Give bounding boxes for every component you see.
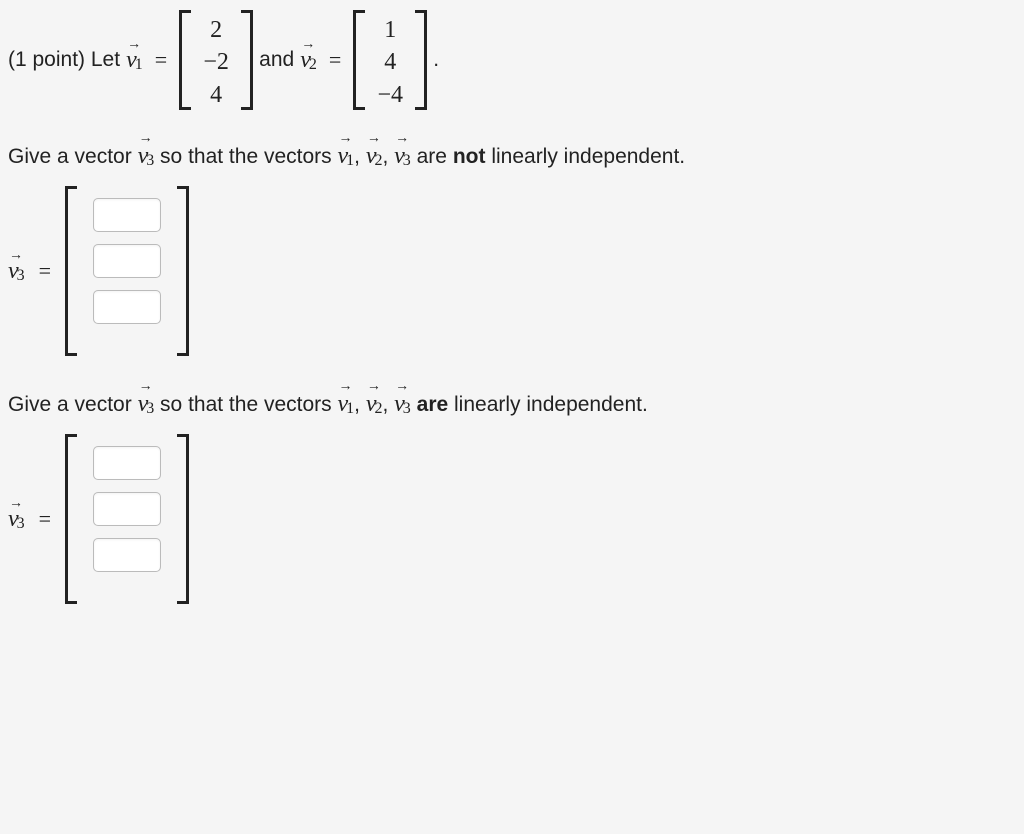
answer-1-row: → v3 = — [8, 186, 1016, 356]
arrow-icon: → — [139, 376, 153, 397]
emphasis-are: are — [417, 393, 449, 416]
right-bracket-icon — [241, 10, 253, 110]
arrow-icon: → — [9, 496, 23, 512]
question-2-prompt: Give a vector →v3 so that the vectors →v… — [8, 386, 1016, 422]
answer-1-entry-2[interactable] — [93, 244, 161, 278]
emphasis-not: not — [453, 145, 486, 168]
and-text: and — [259, 48, 294, 72]
answer-2-row: → v3 = — [8, 434, 1016, 604]
arrow-icon: → — [367, 376, 381, 397]
answer-1-matrix — [65, 186, 189, 356]
left-bracket-icon — [65, 186, 79, 356]
arrow-icon: → — [338, 128, 352, 149]
arrow-icon: → — [127, 37, 141, 53]
equals-sign: = — [329, 47, 341, 73]
v2-matrix: 1 4 −4 — [353, 10, 427, 110]
left-bracket-icon — [353, 10, 365, 110]
answer-2-entry-3[interactable] — [93, 538, 161, 572]
vector-v3-symbol: → v3 — [8, 506, 25, 533]
v1-entry-2: −2 — [203, 46, 229, 78]
problem-page: (1 point) Let → v1 = 2 −2 4 and → v2 = 1 — [0, 0, 1024, 644]
equals-sign: = — [39, 258, 51, 284]
left-bracket-icon — [65, 434, 79, 604]
arrow-icon: → — [367, 128, 381, 149]
v1-entry-1: 2 — [210, 14, 222, 46]
arrow-icon: → — [301, 37, 315, 53]
v1-matrix: 2 −2 4 — [179, 10, 253, 110]
answer-2-entry-1[interactable] — [93, 446, 161, 480]
v2-entry-1: 1 — [384, 14, 396, 46]
right-bracket-icon — [175, 434, 189, 604]
arrow-icon: → — [338, 376, 352, 397]
vector-v3-symbol: →v3 — [138, 386, 155, 422]
vector-v1-symbol: → v1 — [126, 47, 143, 74]
equals-sign: = — [155, 47, 167, 73]
v2-entry-2: 4 — [384, 46, 396, 78]
answer-2-entry-2[interactable] — [93, 492, 161, 526]
question-1-prompt: Give a vector →v3 so that the vectors →v… — [8, 138, 1016, 174]
left-bracket-icon — [179, 10, 191, 110]
right-bracket-icon — [415, 10, 427, 110]
v1-entry-3: 4 — [210, 79, 222, 111]
vector-v2-symbol: → v2 — [300, 47, 317, 74]
points-prefix: (1 point) Let — [8, 48, 120, 72]
vector-v3-symbol: →v3 — [138, 138, 155, 174]
right-bracket-icon — [175, 186, 189, 356]
answer-1-entry-1[interactable] — [93, 198, 161, 232]
period: . — [433, 48, 439, 72]
equals-sign: = — [39, 506, 51, 532]
arrow-icon: → — [139, 128, 153, 149]
vector-v3-symbol: → v3 — [8, 258, 25, 285]
v2-entry-3: −4 — [378, 79, 404, 111]
arrow-icon: → — [395, 376, 409, 397]
answer-1-entry-3[interactable] — [93, 290, 161, 324]
arrow-icon: → — [9, 248, 23, 264]
given-vectors-line: (1 point) Let → v1 = 2 −2 4 and → v2 = 1 — [8, 10, 1016, 110]
arrow-icon: → — [395, 128, 409, 149]
answer-2-matrix — [65, 434, 189, 604]
